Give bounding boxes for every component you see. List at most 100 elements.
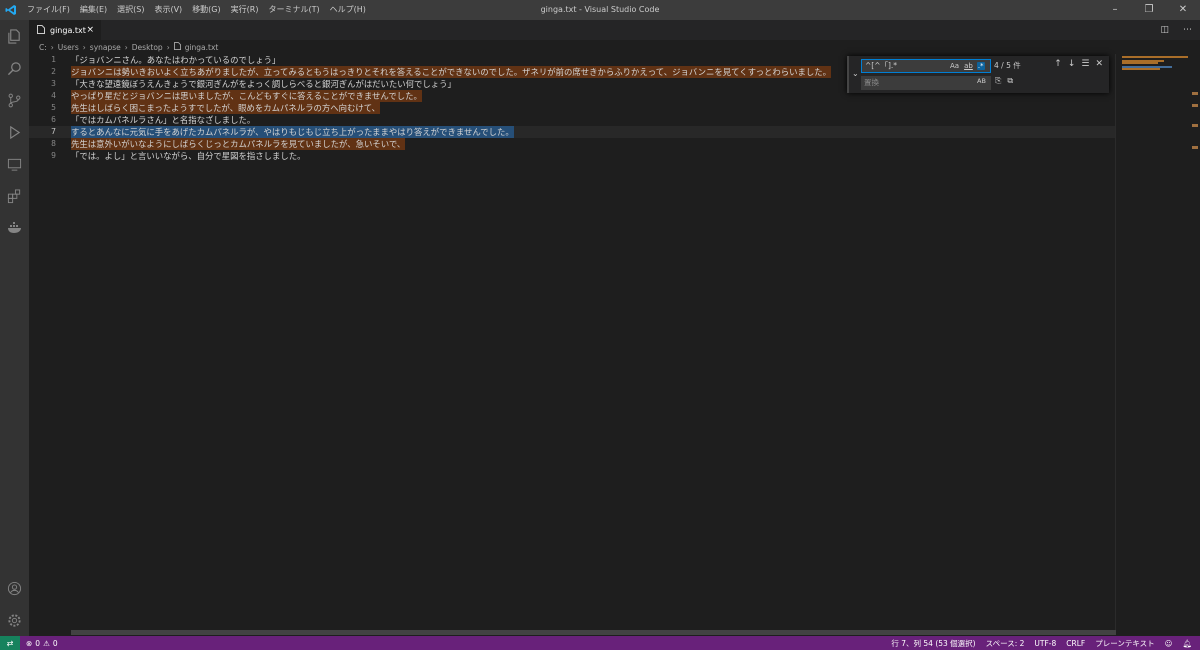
feedback-icon[interactable]: ☺ [1165,639,1173,648]
line-text[interactable]: 「ではカムパネルラさん」と名指なざしました。 [71,114,255,126]
line-number: 3 [51,79,56,88]
search-icon[interactable] [0,52,29,84]
menu-help[interactable]: ヘルプ(H) [325,0,371,20]
breadcrumb-users[interactable]: Users [58,43,79,52]
remote-explorer-icon[interactable] [0,148,29,180]
line-number: 8 [51,139,56,148]
window-controls: – ❐ ✕ [1098,0,1200,20]
minimap[interactable] [1115,54,1191,634]
problems-indicator[interactable]: ⊗ 0 ⚠ 0 [26,639,58,648]
run-debug-icon[interactable] [0,116,29,148]
code-line[interactable]: 6 「ではカムパネルラさん」と名指なざしました。 [29,114,1115,126]
replace-input[interactable]: 置換 [861,76,991,90]
replace-all-icon[interactable]: ⧉ [1007,76,1013,86]
line-number: 2 [51,67,56,76]
find-widget: ⌄ ^[^「].* Aa ab .* 4 / 5 件 ↑ ↓ ☰ ✕ 置換 AB… [847,56,1109,93]
line-number: 1 [51,55,56,64]
menu-view[interactable]: 表示(V) [149,0,187,20]
scrollbar-match-marker [1192,104,1198,107]
error-count: 0 [35,638,41,648]
text-file-icon [37,24,45,36]
chevron-right-icon: › [50,42,54,52]
menu-edit[interactable]: 編集(E) [75,0,112,20]
text-file-icon [173,42,181,52]
line-text-match[interactable]: 先生はしばらく困こまったようすでしたが、眼めをカムパネルラの方へ向むけて、 [71,102,381,114]
status-right-items: 行 7、列 54 (53 個選択) スペース: 2 UTF-8 CRLF プレー… [891,638,1192,649]
close-icon[interactable]: ✕ [1166,0,1200,20]
find-options: Aa ab .* [949,59,985,73]
menu-file[interactable]: ファイル(F) [22,0,75,20]
close-find-icon[interactable]: ✕ [1095,59,1103,69]
find-match-count: 4 / 5 件 [994,61,1021,70]
language-mode[interactable]: プレーンテキスト [1095,638,1154,649]
whole-word-toggle[interactable]: ab [963,62,974,70]
scrollbar-match-marker [1192,124,1198,127]
end-of-line[interactable]: CRLF [1066,639,1085,648]
line-text[interactable]: 「大きな望遠鏡ぼうえんきょうで銀河ぎんがをよっく調しらべると銀河ぎんがはだいたい… [71,78,456,90]
breadcrumb-drive[interactable]: C: [39,43,47,52]
menu-selection[interactable]: 選択(S) [112,0,149,20]
previous-match-arrow-up-icon[interactable]: ↑ [1054,59,1062,69]
remote-indicator-icon[interactable]: ⇄ [0,636,20,650]
line-text-match[interactable]: やっぱり星だとジョバンニは思いましたが、こんどもすぐに答えることができませんでし… [71,90,422,102]
tab-close-icon[interactable]: × [86,25,94,35]
tab-ginga-txt[interactable]: ginga.txt × [29,20,101,40]
scrollbar-match-marker [1192,92,1198,95]
more-actions-icon[interactable]: ⋯ [1183,25,1192,35]
menu-bar: ファイル(F) 編集(E) 選択(S) 表示(V) 移動(G) 実行(R) ター… [22,0,371,20]
warning-count: 0 [52,638,58,648]
line-number: 4 [51,91,56,100]
status-bar: ⇄ ⊗ 0 ⚠ 0 行 7、列 54 (53 個選択) スペース: 2 UTF-… [0,636,1200,650]
code-line[interactable]: 9 「では。よし」と言いいながら、自分で星図を指さしました。 [29,150,1115,162]
minimize-icon[interactable]: – [1098,0,1132,20]
breadcrumb-synapse[interactable]: synapse [90,43,121,52]
extensions-icon[interactable] [0,180,29,212]
preserve-case-toggle[interactable]: AB [977,77,986,85]
settings-gear-icon[interactable] [0,604,29,636]
next-match-arrow-down-icon[interactable]: ↓ [1068,59,1076,69]
line-text-active-match[interactable]: するとあんなに元気に手をあげたカムパネルラが、やはりもじもじ立ち上がったままやは… [71,126,514,138]
editor-area[interactable]: 1 「ジョバンニさん。あなたはわかっているのでしょう」 2 ジョバンニは勢いきお… [29,54,1115,634]
code-line[interactable]: 8 先生は意外いがいなようにしばらくじっとカムパネルラを見ていましたが、急いそい… [29,138,1115,150]
explorer-icon[interactable] [0,20,29,52]
line-text[interactable]: 「ジョバンニさん。あなたはわかっているのでしょう」 [71,54,280,66]
minimap-match-line [1122,62,1158,64]
notifications-bell-icon[interactable]: 🔔︎ [1182,639,1192,648]
tab-label: ginga.txt [50,25,86,35]
menu-go[interactable]: 移動(G) [187,0,225,20]
match-case-toggle[interactable]: Aa [949,62,960,70]
replace-one-icon[interactable]: ⎘ [995,76,1001,86]
breadcrumb-desktop[interactable]: Desktop [132,43,163,52]
editor-actions: ◫ ⋯ [1160,20,1192,40]
find-in-selection-icon[interactable]: ☰ [1081,59,1089,69]
split-editor-icon[interactable]: ◫ [1160,25,1169,35]
toggle-replace-chevron-icon[interactable]: ⌄ [852,69,859,78]
horizontal-scrollbar[interactable] [71,630,1116,635]
source-control-icon[interactable] [0,84,29,116]
line-text[interactable]: 「では。よし」と言いいながら、自分で星図を指さしました。 [71,150,306,162]
title-bar: ファイル(F) 編集(E) 選択(S) 表示(V) 移動(G) 実行(R) ター… [0,0,1200,20]
cursor-position[interactable]: 行 7、列 54 (53 個選択) [891,638,975,649]
indentation[interactable]: スペース: 2 [986,638,1025,649]
breadcrumb: C: › Users › synapse › Desktop › ginga.t… [29,40,1200,54]
line-number: 9 [51,151,56,160]
line-text-match[interactable]: ジョバンニは勢いきおいよく立ちあがりましたが、立ってみるともうはっきりとそれを答… [71,66,832,78]
menu-run[interactable]: 実行(R) [226,0,264,20]
docker-icon[interactable] [0,212,29,244]
menu-terminal[interactable]: ターミナル(T) [263,0,324,20]
account-icon[interactable] [0,572,29,604]
code-line[interactable]: 5 先生はしばらく困こまったようすでしたが、眼めをカムパネルラの方へ向むけて、 [29,102,1115,114]
replace-actions: ⎘ ⧉ [995,76,1013,86]
regex-toggle[interactable]: .* [976,62,985,70]
code-line-current[interactable]: 7 するとあんなに元気に手をあげたカムパネルラが、やはりもじもじ立ち上がったまま… [29,126,1115,138]
scrollbar-match-marker [1192,146,1198,149]
vertical-scrollbar[interactable] [1190,54,1200,634]
find-actions: ↑ ↓ ☰ ✕ [1054,59,1103,69]
chevron-right-icon: › [124,42,128,52]
line-text-match[interactable]: 先生は意外いがいなようにしばらくじっとカムパネルラを見ていましたが、急いそいで、 [71,138,406,150]
breadcrumb-file[interactable]: ginga.txt [185,43,219,52]
chevron-right-icon: › [82,42,86,52]
minimap-match-line [1122,56,1188,58]
restore-icon[interactable]: ❐ [1132,0,1166,20]
encoding[interactable]: UTF-8 [1034,639,1056,648]
